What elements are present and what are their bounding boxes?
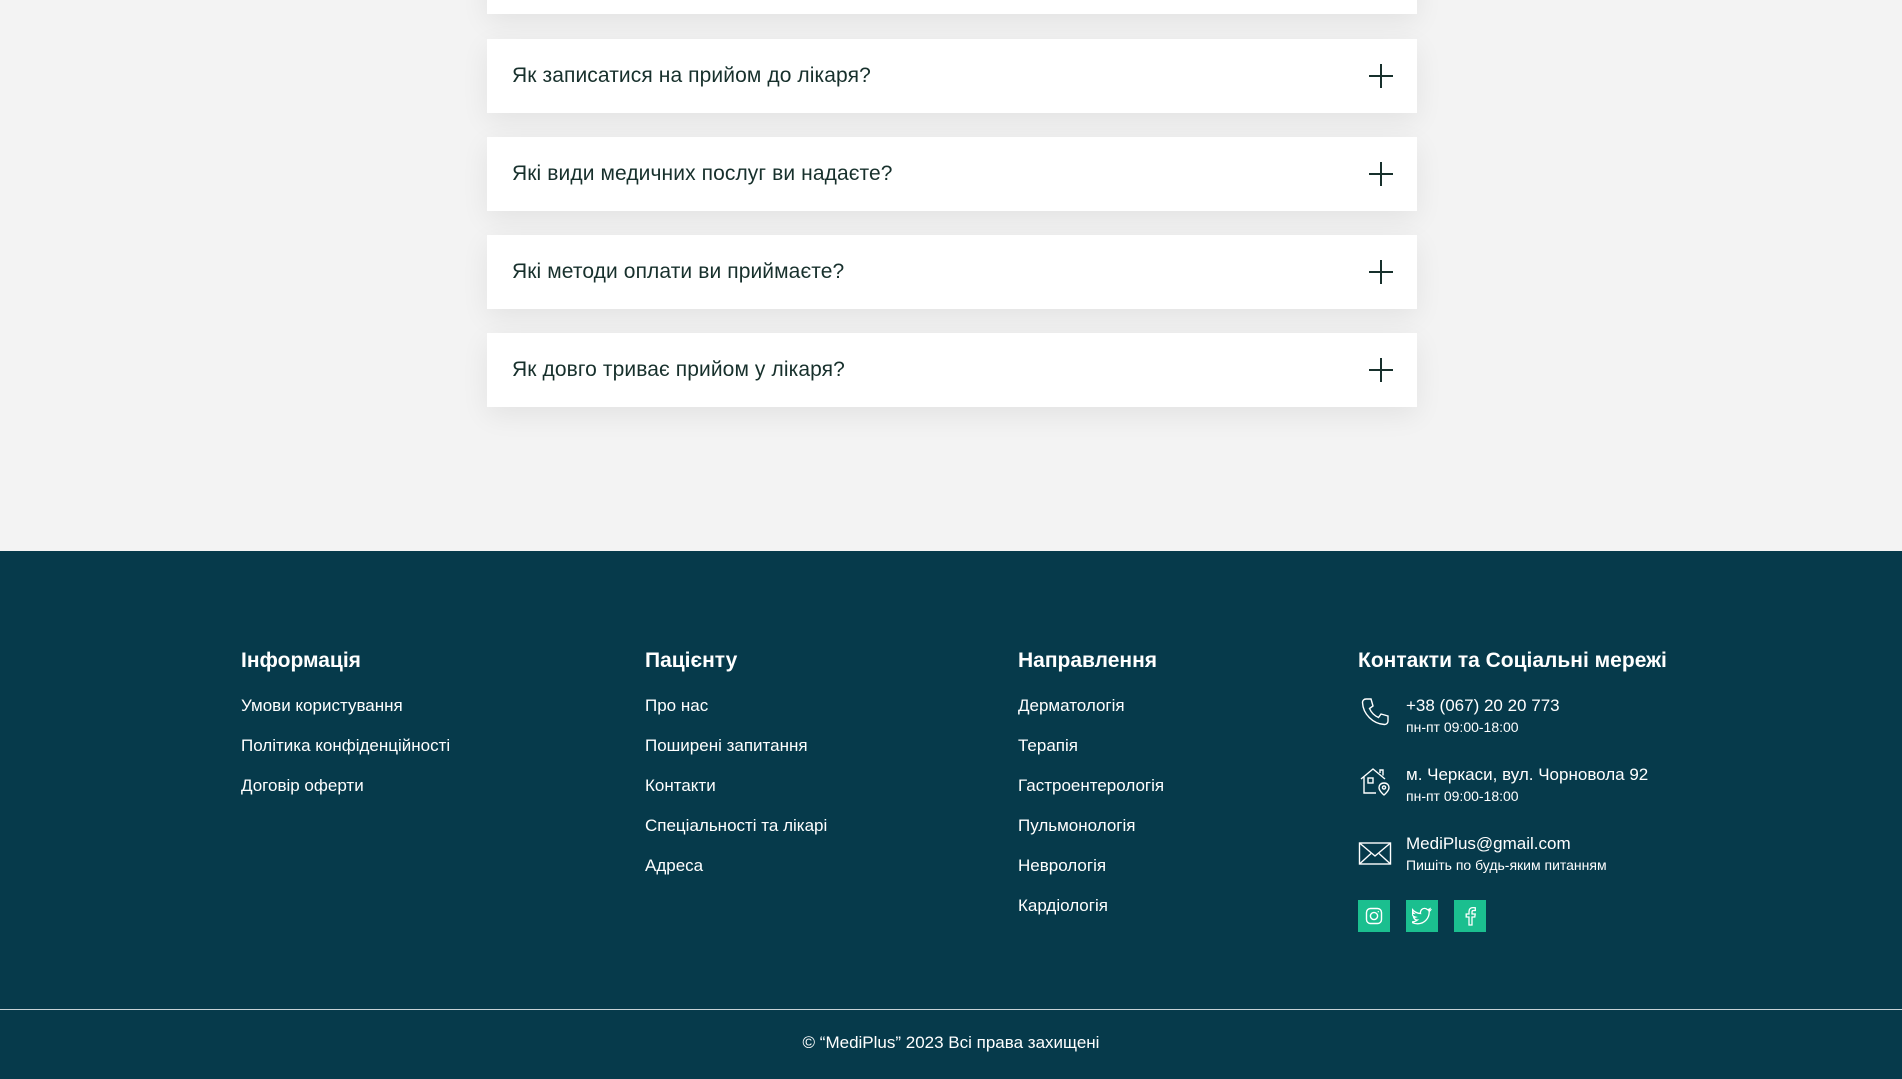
facebook-button[interactable] <box>1454 900 1486 932</box>
footer-link-therapy[interactable]: Терапія <box>1018 735 1164 775</box>
plus-icon[interactable] <box>1369 64 1393 88</box>
faq-item[interactable]: Як довго триває прийом у лікаря? <box>487 333 1417 407</box>
phone-icon <box>1361 698 1389 726</box>
faq-item-partial[interactable] <box>487 0 1417 14</box>
footer-link-contacts[interactable]: Контакти <box>645 775 827 815</box>
plus-icon[interactable] <box>1369 260 1393 284</box>
contact-phone[interactable]: +38 (067) 20 20 773 пн-пт 09:00-18:00 <box>1358 695 1667 764</box>
footer-column-patient: Пацієнту Про нас Поширені запитання Конт… <box>645 649 827 895</box>
column-title: Направлення <box>1018 649 1158 672</box>
footer-divider <box>0 1009 1902 1010</box>
contact-email[interactable]: MediPlus@gmail.com Пишіть по будь-яким п… <box>1358 833 1667 902</box>
address-hours: пн-пт 09:00-18:00 <box>1406 788 1519 804</box>
footer-link-offer[interactable]: Договір оферти <box>241 775 450 815</box>
plus-icon[interactable] <box>1369 162 1393 186</box>
footer-link-faq[interactable]: Поширені запитання <box>645 735 827 775</box>
footer-link-specialties[interactable]: Спеціальності та лікарі <box>645 815 827 855</box>
column-title: Контакти та Соціальні мережі <box>1358 649 1667 672</box>
footer-link-privacy[interactable]: Політика конфіденційності <box>241 735 450 775</box>
faq-question: Які види медичних послуг ви надаєте? <box>512 162 893 185</box>
plus-icon[interactable] <box>1369 358 1393 382</box>
faq-item[interactable]: Які методи оплати ви приймаєте? <box>487 235 1417 309</box>
twitter-button[interactable] <box>1406 900 1438 932</box>
footer-column-info: Інформація Умови користування Політика к… <box>241 649 450 815</box>
faq-item[interactable]: Як записатися на прийом до лікаря? <box>487 39 1417 113</box>
footer-link-dermatology[interactable]: Дерматологія <box>1018 695 1164 735</box>
phone-hours: пн-пт 09:00-18:00 <box>1406 719 1519 735</box>
faq-question: Як довго триває прийом у лікаря? <box>512 358 845 381</box>
column-title: Пацієнту <box>645 649 738 672</box>
faq-section: Як записатися на прийом до лікаря? Які в… <box>0 0 1902 551</box>
social-links <box>1358 900 1667 932</box>
site-footer: Інформація Умови користування Політика к… <box>0 551 1902 1079</box>
footer-link-gastroenterology[interactable]: Гастроентерологія <box>1018 775 1164 815</box>
footer-link-terms[interactable]: Умови користування <box>241 695 450 735</box>
facebook-icon <box>1465 906 1476 926</box>
phone-number: +38 (067) 20 20 773 <box>1406 696 1560 715</box>
footer-link-cardiology[interactable]: Кардіологія <box>1018 895 1164 935</box>
footer-column-directions: Направлення Дерматологія Терапія Гастрое… <box>1018 649 1164 935</box>
copyright-text: © “MediPlus” 2023 Всі права захищені <box>802 1033 1100 1052</box>
footer-link-pulmonology[interactable]: Пульмонологія <box>1018 815 1164 855</box>
mail-icon <box>1358 842 1392 865</box>
house-location-icon <box>1360 768 1390 796</box>
footer-link-neurology[interactable]: Неврологія <box>1018 855 1164 895</box>
faq-question: Як записатися на прийом до лікаря? <box>512 64 871 87</box>
instagram-button[interactable] <box>1358 900 1390 932</box>
footer-link-about[interactable]: Про нас <box>645 695 827 735</box>
instagram-icon <box>1365 907 1383 925</box>
faq-question: Які методи оплати ви приймаєте? <box>512 260 845 283</box>
address-text: м. Черкаси, вул. Чорновола 92 <box>1406 765 1649 784</box>
email-address: MediPlus@gmail.com <box>1406 834 1571 853</box>
footer-link-address[interactable]: Адреса <box>645 855 827 895</box>
footer-column-contacts: Контакти та Соціальні мережі +38 (067) 2… <box>1358 649 1667 932</box>
twitter-icon <box>1412 907 1432 925</box>
email-note: Пишіть по будь-яким питанням <box>1406 857 1607 873</box>
contact-address[interactable]: м. Черкаси, вул. Чорновола 92 пн-пт 09:0… <box>1358 764 1667 833</box>
column-title: Інформація <box>241 649 361 672</box>
faq-item[interactable]: Які види медичних послуг ви надаєте? <box>487 137 1417 211</box>
